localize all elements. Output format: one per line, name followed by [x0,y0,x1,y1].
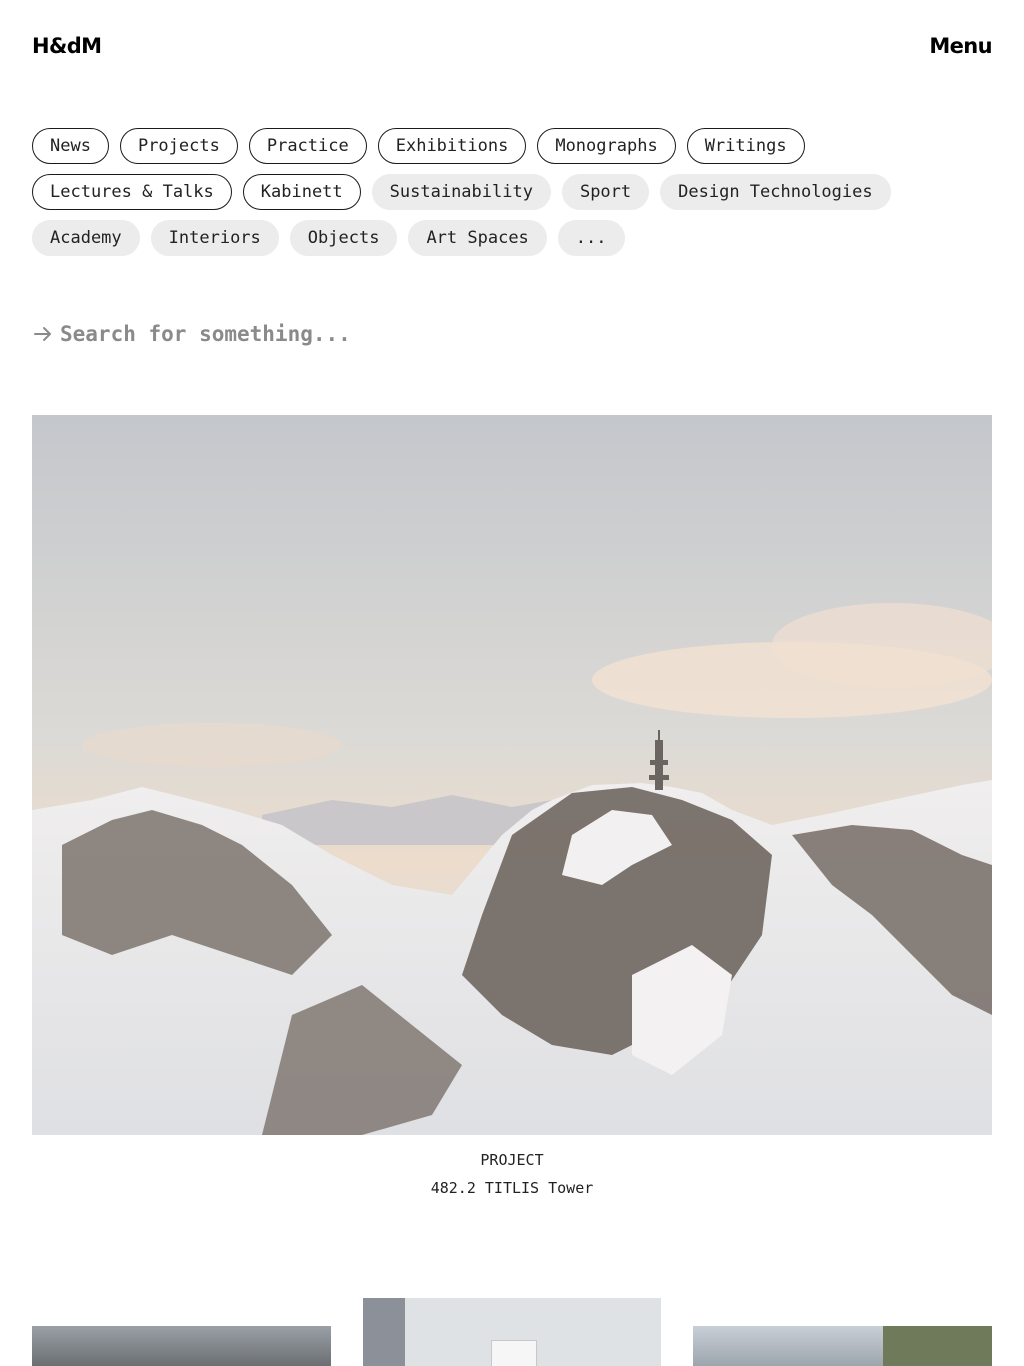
featured-title[interactable]: 482.2 TITLIS Tower [32,1178,992,1198]
search-input[interactable] [60,322,600,346]
filter-sport[interactable]: Sport [561,174,650,210]
filter-more[interactable]: ... [557,220,625,256]
tree-detail [883,1326,992,1366]
filter-sustainability[interactable]: Sustainability [371,174,551,210]
filter-projects[interactable]: Projects [119,128,238,164]
thumbnail-image[interactable] [693,1326,992,1366]
featured-image[interactable] [32,415,992,1135]
filter-row: News Projects Practice Exhibitions Monog… [32,128,992,164]
filter-design-technologies[interactable]: Design Technologies [660,174,891,210]
filter-art-spaces[interactable]: Art Spaces [408,220,547,256]
filter-kabinett[interactable]: Kabinett [242,174,361,210]
search-bar [32,316,632,352]
building-detail [363,1298,405,1366]
filter-practice[interactable]: Practice [248,128,367,164]
menu-button[interactable]: Menu [929,34,992,58]
featured-caption: PROJECT 482.2 TITLIS Tower [32,1150,992,1198]
filter-row: Lectures & Talks Kabinett Sustainability… [32,174,992,210]
arrow-right-icon [34,327,51,341]
category-filters: News Projects Practice Exhibitions Monog… [32,128,992,266]
filter-news[interactable]: News [32,128,109,164]
thumbnail-image[interactable] [363,1298,661,1366]
site-logo[interactable]: H&dM [32,34,102,58]
filter-row: Academy Interiors Objects Art Spaces ... [32,220,992,256]
filter-academy[interactable]: Academy [32,220,140,256]
filter-exhibitions[interactable]: Exhibitions [377,128,527,164]
filter-objects[interactable]: Objects [289,220,398,256]
thumbnail-image[interactable] [32,1326,331,1366]
filter-writings[interactable]: Writings [686,128,805,164]
site-header: H&dM Menu [32,30,993,62]
filter-monographs[interactable]: Monographs [537,128,676,164]
building-detail [491,1340,537,1366]
filter-lectures-talks[interactable]: Lectures & Talks [32,174,232,210]
filter-interiors[interactable]: Interiors [150,220,279,256]
featured-category: PROJECT [480,1151,544,1169]
